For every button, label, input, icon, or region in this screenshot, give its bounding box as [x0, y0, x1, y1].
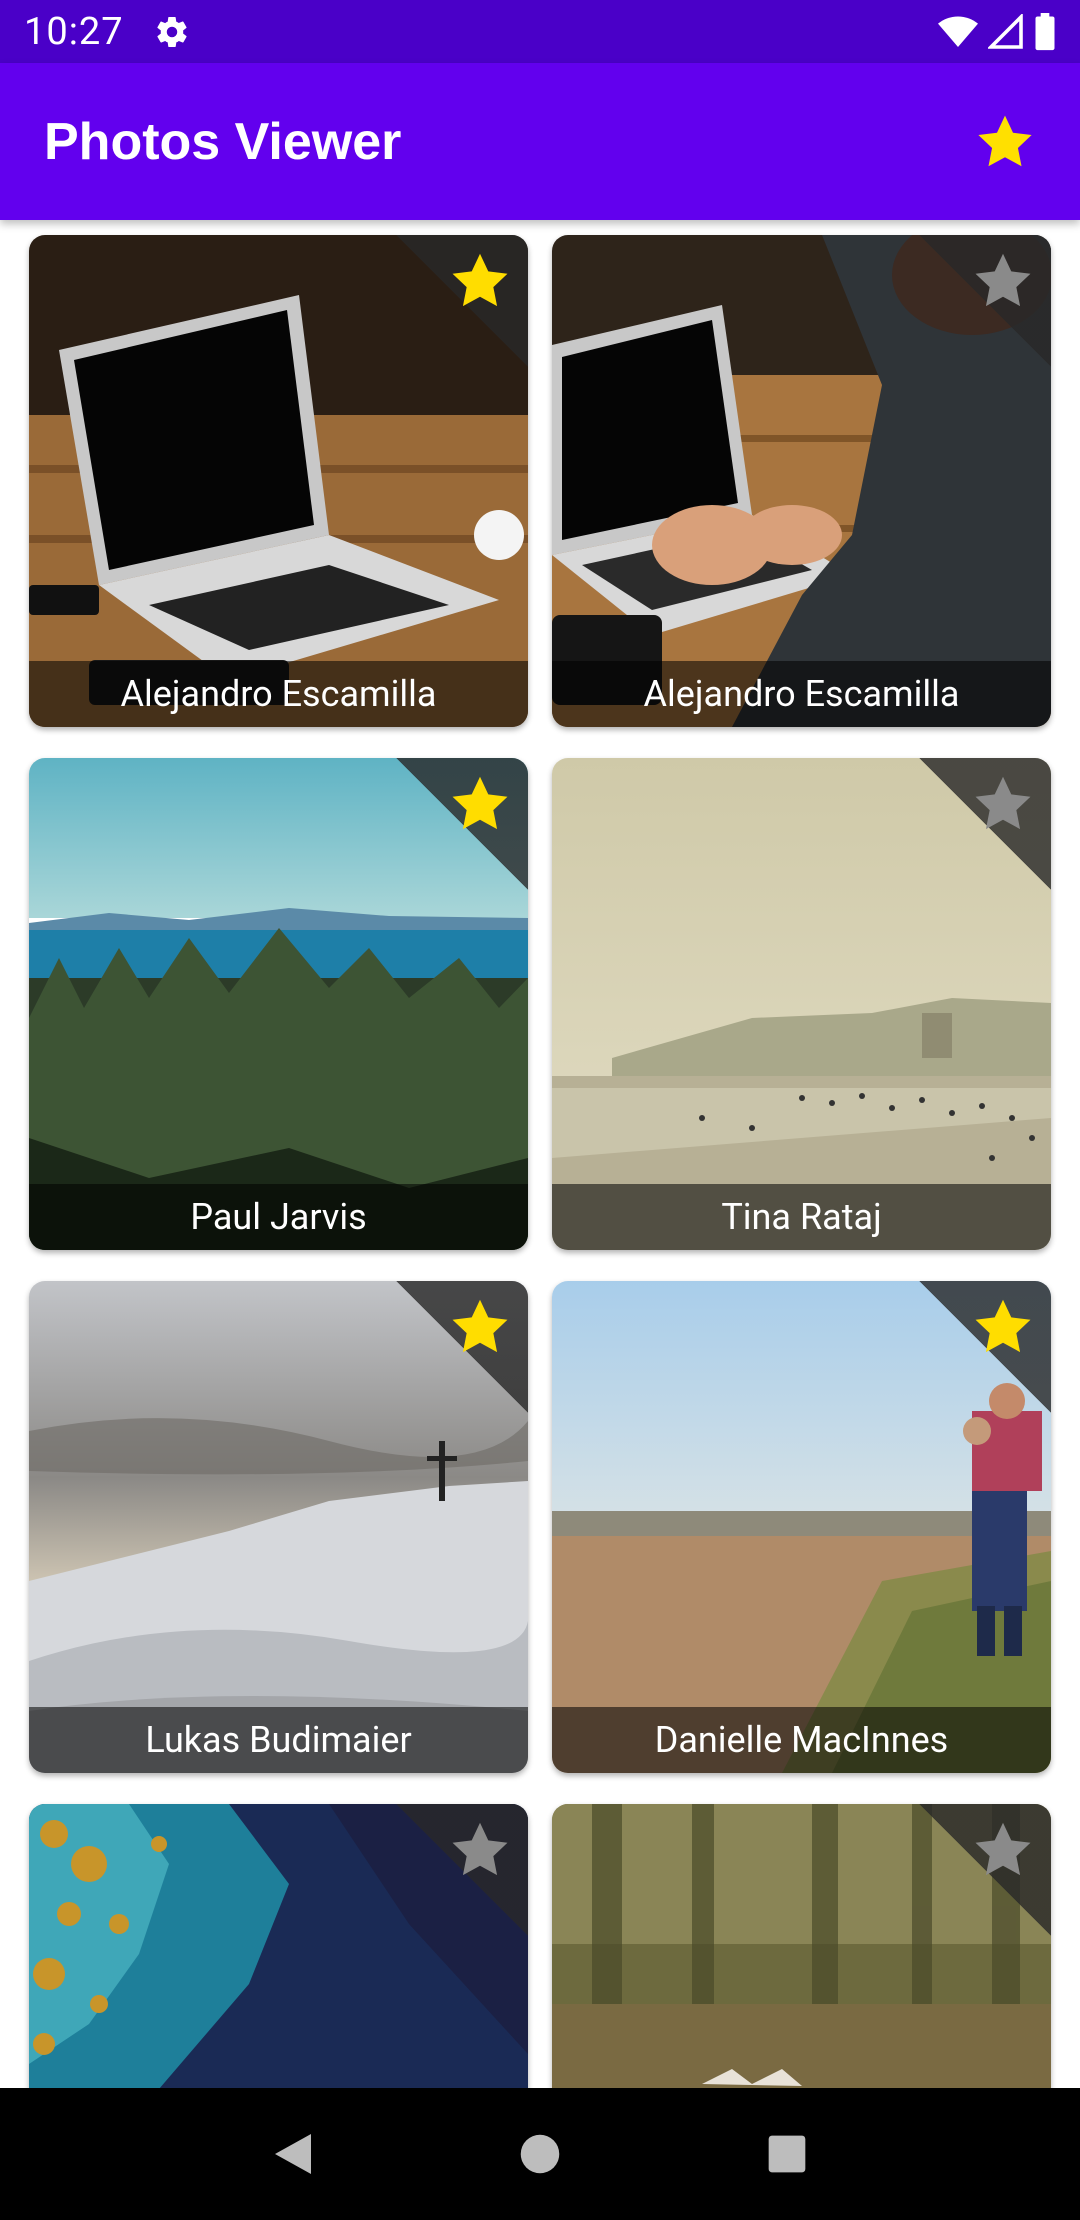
photo-card[interactable]: Danielle MacInnes [552, 1281, 1051, 1773]
photo-card[interactable]: Lukas Budimaier [29, 1281, 528, 1773]
photo-card[interactable]: Paul Jarvis [29, 758, 528, 1250]
photo-card[interactable]: Tina Rataj [552, 758, 1051, 1250]
signal-icon [988, 13, 1023, 49]
status-icons [938, 12, 1056, 51]
back-button[interactable] [263, 2124, 323, 2184]
battery-icon [1035, 12, 1055, 50]
gear-icon [157, 16, 187, 47]
photo-author: Danielle MacInnes [552, 1707, 1051, 1773]
favorite-star-icon[interactable] [448, 249, 512, 313]
home-icon [520, 2134, 560, 2174]
favorite-star-icon[interactable] [971, 249, 1035, 313]
photo-author: Tina Rataj [552, 1184, 1051, 1250]
photo-card[interactable] [29, 1804, 528, 2088]
wifi-icon [938, 16, 978, 47]
favorite-star-icon[interactable] [448, 1295, 512, 1359]
photo-card[interactable]: Alejandro Escamilla [552, 235, 1051, 727]
navigation-bar [0, 2088, 1080, 2220]
recents-button[interactable] [757, 2124, 817, 2184]
favorite-star-icon[interactable] [971, 1295, 1035, 1359]
photo-card[interactable]: Alejandro Escamilla [29, 235, 528, 727]
photo-author: Alejandro Escamilla [552, 661, 1051, 727]
photo-author: Lukas Budimaier [29, 1707, 528, 1773]
photo-author: Paul Jarvis [29, 1184, 528, 1250]
home-button[interactable] [510, 2124, 570, 2184]
favorite-star-icon[interactable] [971, 1818, 1035, 1882]
photo-card[interactable] [552, 1804, 1051, 2088]
favorite-star-icon[interactable] [448, 1818, 512, 1882]
favorite-star-icon[interactable] [971, 772, 1035, 836]
photo-grid[interactable]: Alejandro Escamilla Alejandro Escamilla … [0, 220, 1080, 2088]
status-time: 10:27 [24, 9, 124, 54]
photo-author: Alejandro Escamilla [29, 661, 528, 727]
app-title: Photos Viewer [44, 112, 402, 171]
back-icon [275, 2134, 312, 2174]
star-icon[interactable] [974, 111, 1036, 173]
recents-icon [768, 2135, 805, 2173]
status-bar: 10:27 [0, 0, 1080, 63]
favorite-star-icon[interactable] [448, 772, 512, 836]
app-bar: Photos Viewer [0, 63, 1080, 220]
